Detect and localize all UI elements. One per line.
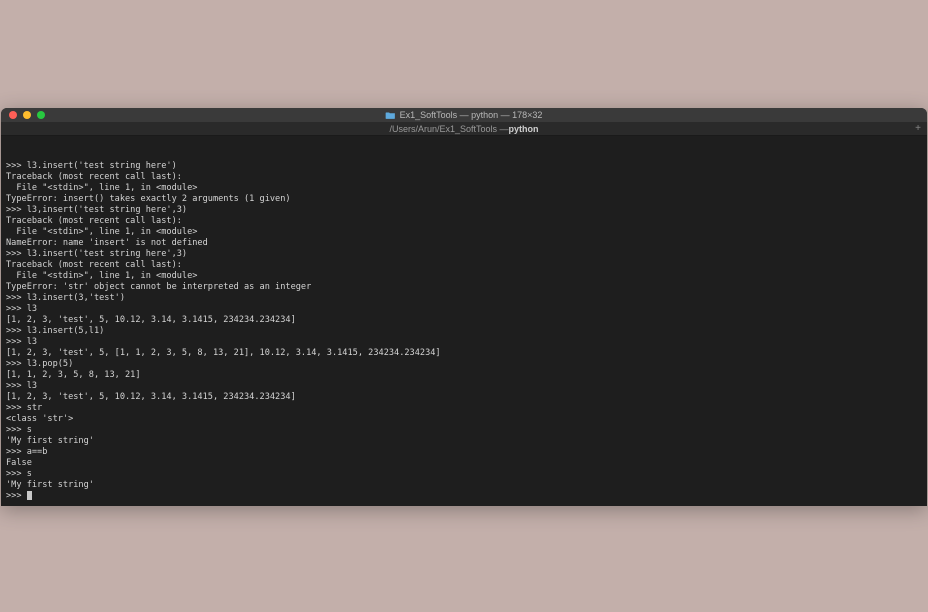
terminal-line: <class 'str'> bbox=[6, 414, 922, 425]
window-title-text: Ex1_SoftTools — python — 178×32 bbox=[400, 110, 543, 120]
terminal-line: >>> s bbox=[6, 469, 922, 480]
add-tab-button[interactable]: + bbox=[913, 124, 923, 134]
terminal-line: Traceback (most recent call last): bbox=[6, 172, 922, 183]
terminal-line: >>> l3,insert('test string here',3) bbox=[6, 205, 922, 216]
terminal-window: Ex1_SoftTools — python — 178×32 /Users/A… bbox=[1, 108, 927, 506]
terminal-line: >>> l3 bbox=[6, 381, 922, 392]
cursor bbox=[27, 491, 32, 500]
terminal-line: [1, 2, 3, 'test', 5, [1, 1, 2, 3, 5, 8, … bbox=[6, 348, 922, 359]
traffic-lights bbox=[9, 111, 45, 119]
title-bar[interactable]: Ex1_SoftTools — python — 178×32 bbox=[1, 108, 927, 122]
terminal-line: >>> l3.insert('test string here',3) bbox=[6, 249, 922, 260]
terminal-line: >>> l3.insert('test string here') bbox=[6, 161, 922, 172]
terminal-line: 'My first string' bbox=[6, 480, 922, 491]
maximize-icon[interactable] bbox=[37, 111, 45, 119]
terminal-line: TypeError: insert() takes exactly 2 argu… bbox=[6, 194, 922, 205]
terminal-line: File "<stdin>", line 1, in <module> bbox=[6, 271, 922, 282]
terminal-line: >>> l3.pop(5) bbox=[6, 359, 922, 370]
terminal-line: [1, 2, 3, 'test', 5, 10.12, 3.14, 3.1415… bbox=[6, 392, 922, 403]
terminal-line: File "<stdin>", line 1, in <module> bbox=[6, 183, 922, 194]
tab-path: /Users/Arun/Ex1_SoftTools — bbox=[389, 124, 508, 134]
terminal-line: [1, 2, 3, 'test', 5, 10.12, 3.14, 3.1415… bbox=[6, 315, 922, 326]
terminal-line: >>> str bbox=[6, 403, 922, 414]
minimize-icon[interactable] bbox=[23, 111, 31, 119]
terminal-line: Traceback (most recent call last): bbox=[6, 260, 922, 271]
terminal-line: TypeError: 'str' object cannot be interp… bbox=[6, 282, 922, 293]
terminal-line: >>> bbox=[6, 491, 922, 502]
terminal-line: [1, 1, 2, 3, 5, 8, 13, 21] bbox=[6, 370, 922, 381]
terminal-line: >>> s bbox=[6, 425, 922, 436]
terminal-line: File "<stdin>", line 1, in <module> bbox=[6, 227, 922, 238]
terminal-line: Traceback (most recent call last): bbox=[6, 216, 922, 227]
folder-icon bbox=[386, 111, 396, 119]
terminal-line: >>> l3 bbox=[6, 337, 922, 348]
window-title: Ex1_SoftTools — python — 178×32 bbox=[386, 110, 543, 120]
terminal-output: >>> l3.insert('test string here')Traceba… bbox=[6, 161, 922, 502]
terminal-line: >>> l3 bbox=[6, 304, 922, 315]
terminal-line: >>> l3.insert(3,'test') bbox=[6, 293, 922, 304]
tab-process: python bbox=[509, 124, 539, 134]
tab-bar[interactable]: /Users/Arun/Ex1_SoftTools — python + bbox=[1, 122, 927, 136]
terminal-line: 'My first string' bbox=[6, 436, 922, 447]
close-icon[interactable] bbox=[9, 111, 17, 119]
terminal-body[interactable]: >>> l3.insert('test string here')Traceba… bbox=[1, 136, 927, 506]
terminal-line: >>> a==b bbox=[6, 447, 922, 458]
terminal-line: False bbox=[6, 458, 922, 469]
terminal-line: >>> l3.insert(5,l1) bbox=[6, 326, 922, 337]
terminal-line: NameError: name 'insert' is not defined bbox=[6, 238, 922, 249]
